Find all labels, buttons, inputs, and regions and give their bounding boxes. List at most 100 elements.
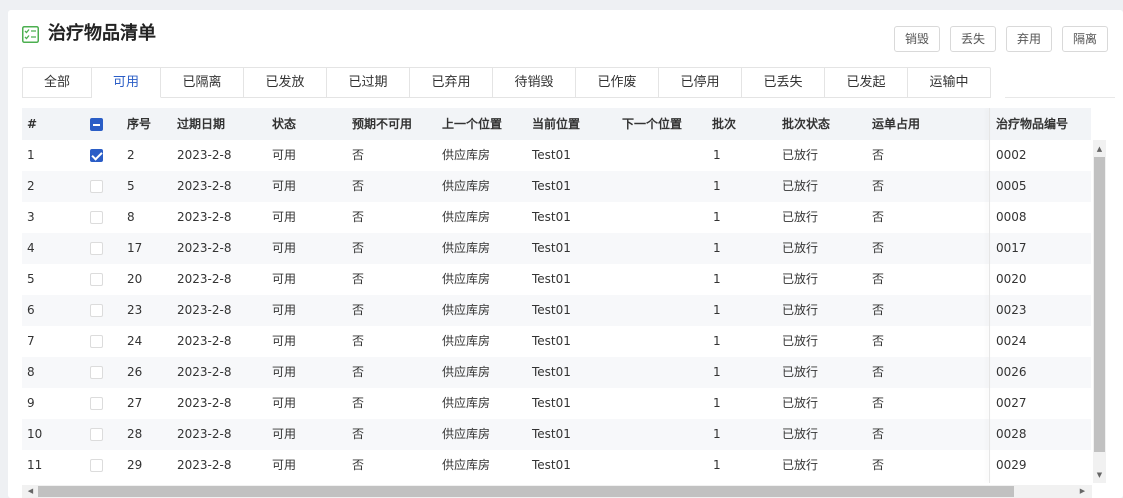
row-checkbox[interactable]	[90, 366, 103, 379]
tab-disabled[interactable]: 已停用	[659, 67, 742, 98]
vertical-scroll-thumb[interactable]	[1094, 157, 1105, 452]
cell-seq: 28	[127, 427, 143, 441]
col-batch-status[interactable]: 批次状态	[782, 108, 830, 140]
destroy-button[interactable]: 销毁	[894, 26, 940, 52]
col-seq[interactable]: 序号	[127, 108, 151, 140]
cell-item-no: 0026	[996, 365, 1027, 379]
cell-waybill: 否	[872, 427, 885, 441]
cell-expected-unavailable: 否	[352, 210, 365, 224]
cell-status: 可用	[272, 148, 297, 162]
cell-expiry: 2023-2-8	[177, 148, 232, 162]
discard-button[interactable]: 弃用	[1006, 26, 1052, 52]
col-status[interactable]: 状态	[272, 108, 296, 140]
cell-current-location: Test01	[532, 210, 571, 224]
cell-prev-location: 供应库房	[442, 334, 491, 348]
tab-all[interactable]: 全部	[22, 67, 92, 98]
table-row[interactable]: 1 2 2023-2-8 可用 否 供应库房 Test01 1 已放行 否 0002	[22, 140, 1091, 171]
table-row[interactable]: 3 8 2023-2-8 可用 否 供应库房 Test01 1 已放行 否 0008	[22, 202, 1091, 233]
table-row[interactable]: 9 27 2023-2-8 可用 否 供应库房 Test01 1 已放行 否 0027	[22, 388, 1091, 419]
row-checkbox[interactable]	[90, 149, 103, 162]
table-row[interactable]: 5 20 2023-2-8 可用 否 供应库房 Test01 1 已放行 否 0020	[22, 264, 1091, 295]
cell-status: 可用	[272, 365, 297, 379]
cell-current-location: Test01	[532, 458, 571, 472]
col-next-location[interactable]: 下一个位置	[622, 108, 682, 140]
cell-expected-unavailable: 否	[352, 179, 365, 193]
table-row[interactable]: 11 29 2023-2-8 可用 否 供应库房 Test01 1 已放行 否 0029	[22, 450, 1091, 481]
isolate-button[interactable]: 隔离	[1062, 26, 1108, 52]
row-checkbox[interactable]	[90, 242, 103, 255]
cell-seq: 29	[127, 458, 143, 472]
cell-batch: 1	[713, 458, 721, 472]
cell-status: 可用	[272, 210, 297, 224]
cell-batch-status: 已放行	[782, 148, 819, 162]
tab-discarded[interactable]: 已弃用	[410, 67, 493, 98]
cell-seq: 23	[127, 303, 143, 317]
row-checkbox[interactable]	[90, 459, 103, 472]
col-expected-unavailable[interactable]: 预期不可用	[352, 108, 412, 140]
row-checkbox[interactable]	[90, 211, 103, 224]
cell-item-no: 0028	[996, 427, 1027, 441]
cell-index: 11	[27, 458, 43, 472]
cell-batch-status: 已放行	[782, 179, 819, 193]
cell-prev-location: 供应库房	[442, 241, 491, 255]
cell-expiry: 2023-2-8	[177, 241, 232, 255]
cell-status: 可用	[272, 427, 297, 441]
row-checkbox[interactable]	[90, 180, 103, 193]
table-row[interactable]: 6 23 2023-2-8 可用 否 供应库房 Test01 1 已放行 否 0023	[22, 295, 1091, 326]
cell-seq: 26	[127, 365, 143, 379]
cell-expected-unavailable: 否	[352, 148, 365, 162]
cell-index: 7	[27, 334, 35, 348]
cell-waybill: 否	[872, 458, 885, 472]
tab-available[interactable]: 可用	[92, 67, 161, 98]
lost-button[interactable]: 丢失	[950, 26, 996, 52]
cell-index: 9	[27, 396, 35, 410]
col-expiry[interactable]: 过期日期	[177, 108, 225, 140]
tab-expired[interactable]: 已过期	[327, 67, 410, 98]
tab-isolated[interactable]: 已隔离	[161, 67, 244, 98]
cell-batch-status: 已放行	[782, 334, 819, 348]
col-current-location[interactable]: 当前位置	[532, 108, 580, 140]
cell-status: 可用	[272, 458, 297, 472]
scroll-left-icon[interactable]: ◀	[24, 485, 37, 498]
tab-pending-destroy[interactable]: 待销毁	[493, 67, 576, 98]
tab-initiated[interactable]: 已发起	[825, 67, 908, 98]
cell-batch: 1	[713, 272, 721, 286]
row-checkbox[interactable]	[90, 304, 103, 317]
tab-lost[interactable]: 已丢失	[742, 67, 825, 98]
cell-current-location: Test01	[532, 303, 571, 317]
col-prev-location[interactable]: 上一个位置	[442, 108, 502, 140]
scroll-right-icon[interactable]: ▶	[1076, 485, 1089, 498]
col-batch[interactable]: 批次	[712, 108, 736, 140]
row-checkbox[interactable]	[90, 397, 103, 410]
cell-waybill: 否	[872, 396, 885, 410]
tab-issued[interactable]: 已发放	[244, 67, 327, 98]
cell-item-no: 0024	[996, 334, 1027, 348]
col-waybill[interactable]: 运单占用	[872, 108, 920, 140]
horizontal-scroll-thumb[interactable]	[38, 486, 1014, 497]
select-all-checkbox[interactable]	[90, 118, 103, 131]
row-checkbox[interactable]	[90, 335, 103, 348]
cell-batch-status: 已放行	[782, 303, 819, 317]
row-checkbox[interactable]	[90, 428, 103, 441]
tab-in-transit[interactable]: 运输中	[908, 67, 991, 98]
cell-seq: 5	[127, 179, 135, 193]
cell-index: 8	[27, 365, 35, 379]
cell-batch: 1	[713, 427, 721, 441]
scroll-up-icon[interactable]: ▲	[1093, 142, 1106, 156]
row-checkbox[interactable]	[90, 273, 103, 286]
tabs-divider	[1005, 97, 1115, 98]
table-row[interactable]: 4 17 2023-2-8 可用 否 供应库房 Test01 1 已放行 否 0017	[22, 233, 1091, 264]
table-row[interactable]: 7 24 2023-2-8 可用 否 供应库房 Test01 1 已放行 否 0024	[22, 326, 1091, 357]
cell-index: 4	[27, 241, 35, 255]
cell-batch-status: 已放行	[782, 210, 819, 224]
cell-current-location: Test01	[532, 241, 571, 255]
scroll-down-icon[interactable]: ▼	[1093, 468, 1106, 482]
cell-waybill: 否	[872, 303, 885, 317]
tab-voided[interactable]: 已作废	[576, 67, 659, 98]
table-row[interactable]: 8 26 2023-2-8 可用 否 供应库房 Test01 1 已放行 否 0026	[22, 357, 1091, 388]
table-row[interactable]: 10 28 2023-2-8 可用 否 供应库房 Test01 1 已放行 否 0028	[22, 419, 1091, 450]
cell-current-location: Test01	[532, 396, 571, 410]
cell-batch: 1	[713, 179, 721, 193]
col-item-no[interactable]: 治疗物品编号	[996, 108, 1068, 140]
table-row[interactable]: 2 5 2023-2-8 可用 否 供应库房 Test01 1 已放行 否 0005	[22, 171, 1091, 202]
